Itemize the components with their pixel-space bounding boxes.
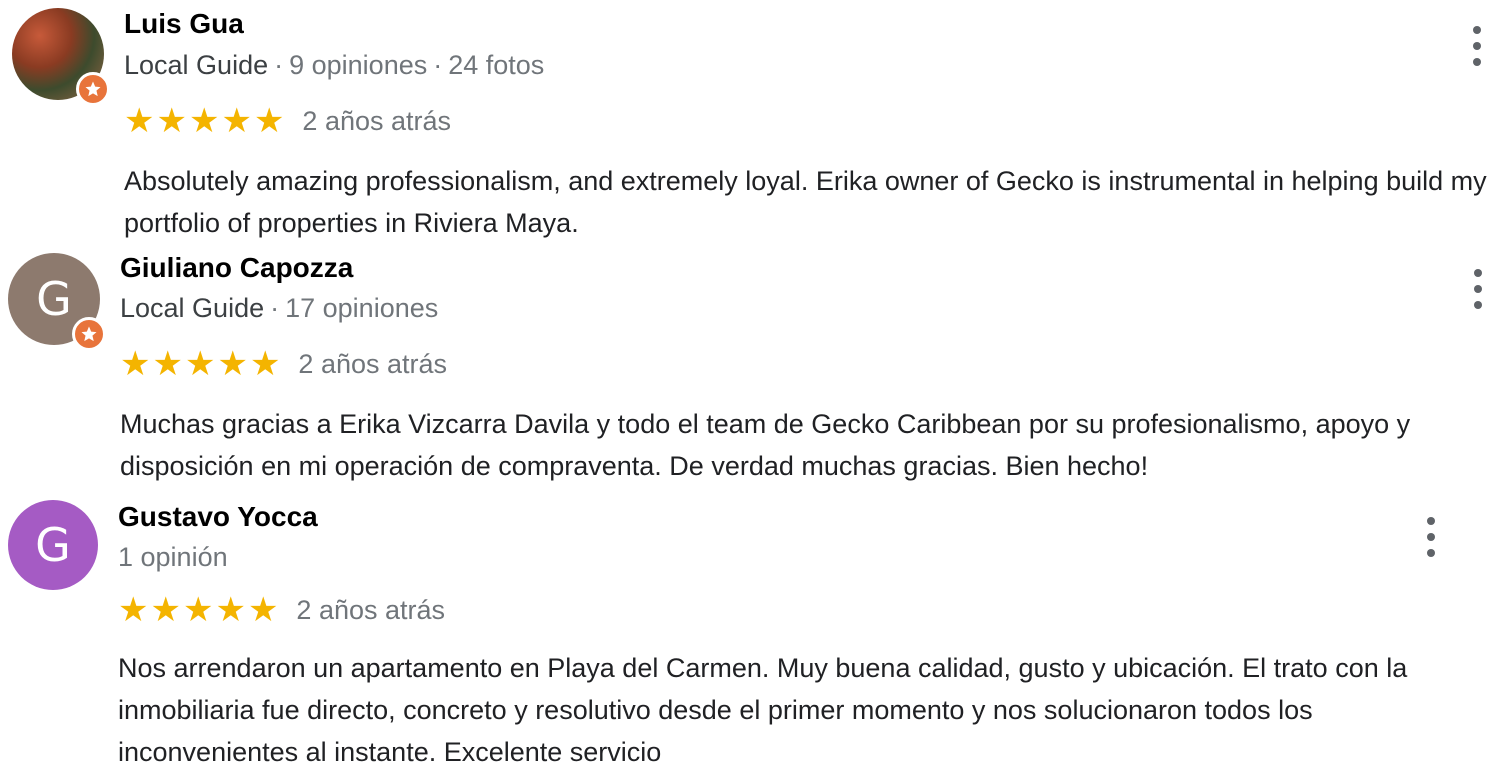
- star-icon: ★: [152, 344, 183, 384]
- star-icon: ★: [118, 590, 149, 630]
- reviewer-meta: Local Guide · 17 opiniones: [120, 293, 438, 324]
- local-guide-badge-icon: [76, 72, 110, 106]
- local-guide-label: Local Guide: [124, 50, 269, 80]
- local-guide-badge-icon: [72, 317, 106, 351]
- dot: [1427, 549, 1435, 557]
- review-text: Muchas gracias a Erika Vizcarra Davila y…: [120, 409, 1411, 481]
- star-icon: ★: [182, 590, 214, 630]
- star-rating: ★ ★ ★ ★ ★: [118, 593, 278, 627]
- star-icon: ★: [215, 590, 246, 630]
- star-icon: ★: [247, 590, 279, 630]
- rating-row: ★ ★ ★ ★ ★ 2 años atrás: [124, 104, 451, 138]
- reviewer-meta: Local Guide · 9 opiniones · 24 fotos: [124, 50, 544, 81]
- dot: [1474, 269, 1482, 277]
- star-icon: ★: [253, 101, 285, 141]
- star-icon: ★: [124, 101, 155, 141]
- more-vert-icon[interactable]: [1467, 26, 1487, 66]
- star-icon: ★: [184, 344, 216, 384]
- star-icon: ★: [217, 344, 248, 384]
- reviewer-meta: 1 opinión: [118, 542, 228, 573]
- reviews-count: 9 opiniones: [289, 50, 428, 80]
- dot: [1474, 301, 1482, 309]
- photos-count: 24 fotos: [448, 50, 545, 80]
- separator: ·: [270, 293, 280, 323]
- dot: [1473, 42, 1481, 50]
- star-icon: ★: [120, 344, 151, 384]
- more-vert-icon[interactable]: [1421, 517, 1441, 557]
- reviewer-name[interactable]: Giuliano Capozza: [120, 252, 353, 284]
- reviewer-name[interactable]: Gustavo Yocca: [118, 501, 318, 533]
- rating-row: ★ ★ ★ ★ ★ 2 años atrás: [118, 593, 445, 627]
- review-date: 2 años atrás: [298, 348, 448, 379]
- star-rating: ★ ★ ★ ★ ★: [120, 347, 280, 381]
- reviewer-name[interactable]: Luis Gua: [124, 8, 244, 40]
- avatar-letter: G: [35, 518, 71, 572]
- review-date: 2 años atrás: [302, 105, 452, 136]
- star-icon: ★: [156, 101, 187, 141]
- avatar[interactable]: G: [8, 500, 98, 590]
- review-text: Absolutely amazing professionalism, and …: [124, 166, 1487, 238]
- review-text: Nos arrendaron un apartamento en Playa d…: [118, 653, 1408, 767]
- star-icon: ★: [150, 590, 181, 630]
- local-guide-label: Local Guide: [120, 293, 265, 323]
- star-icon: ★: [249, 344, 281, 384]
- dot: [1427, 533, 1435, 541]
- dot: [1474, 285, 1482, 293]
- dot: [1473, 26, 1481, 34]
- review-date: 2 años atrás: [296, 594, 446, 625]
- star-icon: ★: [221, 101, 252, 141]
- avatar-letter: G: [36, 272, 72, 326]
- separator: ·: [274, 50, 284, 80]
- avatar[interactable]: [12, 8, 110, 106]
- separator: ·: [433, 50, 443, 80]
- star-icon: ★: [188, 101, 220, 141]
- avatar[interactable]: G: [8, 253, 106, 351]
- reviews-count: 1 opinión: [118, 542, 228, 572]
- dot: [1427, 517, 1435, 525]
- dot: [1473, 58, 1481, 66]
- rating-row: ★ ★ ★ ★ ★ 2 años atrás: [120, 347, 447, 381]
- more-vert-icon[interactable]: [1468, 269, 1488, 309]
- reviews-count: 17 opiniones: [285, 293, 439, 323]
- star-rating: ★ ★ ★ ★ ★: [124, 104, 284, 138]
